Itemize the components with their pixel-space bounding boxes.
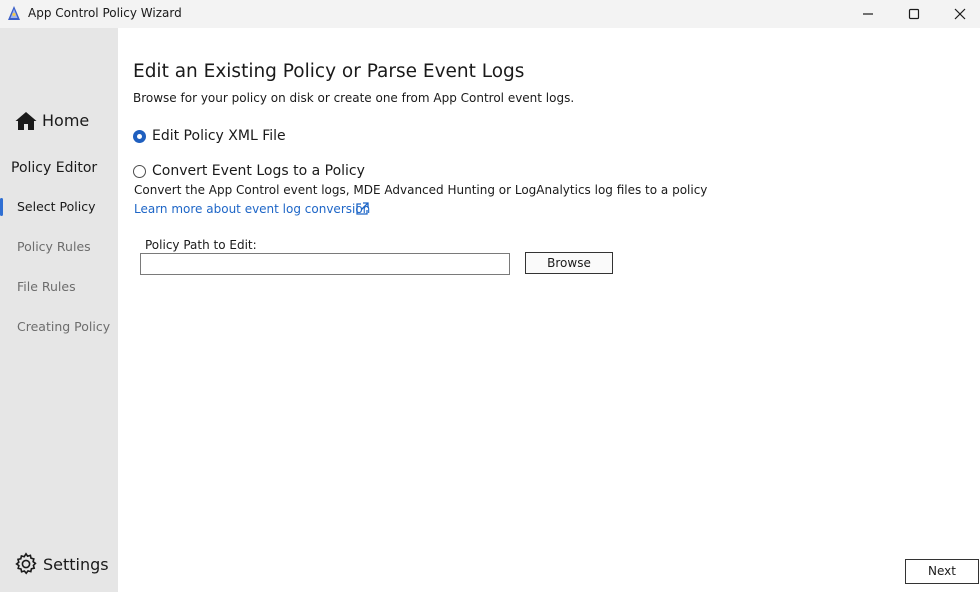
radio-checked-icon xyxy=(133,130,146,143)
maximize-icon xyxy=(908,8,920,20)
page-subtitle: Browse for your policy on disk or create… xyxy=(133,91,575,105)
sidebar-item-file-rules[interactable]: File Rules xyxy=(0,274,118,300)
close-icon xyxy=(954,8,966,20)
window-title: App Control Policy Wizard xyxy=(28,6,182,20)
next-button[interactable]: Next xyxy=(905,559,979,584)
main-content: Edit an Existing Policy or Parse Event L… xyxy=(118,28,980,592)
sidebar: Home Policy Editor Select Policy Policy … xyxy=(0,28,118,592)
sidebar-item-settings[interactable]: Settings xyxy=(14,551,110,577)
minimize-icon xyxy=(863,13,873,15)
sidebar-item-label: Policy Rules xyxy=(17,239,91,254)
settings-label: Settings xyxy=(43,555,109,574)
app-logo-icon xyxy=(8,6,20,20)
policy-path-input[interactable] xyxy=(140,253,510,275)
edit-policy-xml-label: Edit Policy XML File xyxy=(152,128,286,144)
sidebar-item-label: Creating Policy xyxy=(17,319,111,334)
sidebar-item-policy-rules[interactable]: Policy Rules xyxy=(0,234,118,260)
convert-description: Convert the App Control event logs, MDE … xyxy=(134,183,708,197)
gear-icon xyxy=(15,552,37,575)
maximize-button[interactable] xyxy=(891,0,937,28)
learn-more-link[interactable]: Learn more about event log conversion xyxy=(134,202,370,216)
sidebar-item-select-policy[interactable]: Select Policy xyxy=(0,194,118,220)
minimize-button[interactable] xyxy=(845,0,891,28)
convert-event-logs-label: Convert Event Logs to a Policy xyxy=(152,163,365,179)
browse-button[interactable]: Browse xyxy=(525,252,613,274)
sidebar-item-creating-policy[interactable]: Creating Policy xyxy=(0,314,118,340)
policy-path-label: Policy Path to Edit: xyxy=(145,238,257,252)
sidebar-item-label: File Rules xyxy=(17,279,76,294)
home-icon xyxy=(15,112,37,130)
sidebar-item-label: Select Policy xyxy=(17,199,96,214)
sidebar-section-policy-editor: Policy Editor xyxy=(11,160,98,176)
home-label: Home xyxy=(42,111,90,130)
title-bar: App Control Policy Wizard xyxy=(0,0,980,28)
close-button[interactable] xyxy=(937,0,980,28)
page-title: Edit an Existing Policy or Parse Event L… xyxy=(133,61,525,82)
sidebar-item-home[interactable]: Home xyxy=(14,110,110,134)
external-link-icon[interactable] xyxy=(354,201,370,217)
radio-unchecked-icon xyxy=(133,165,146,178)
